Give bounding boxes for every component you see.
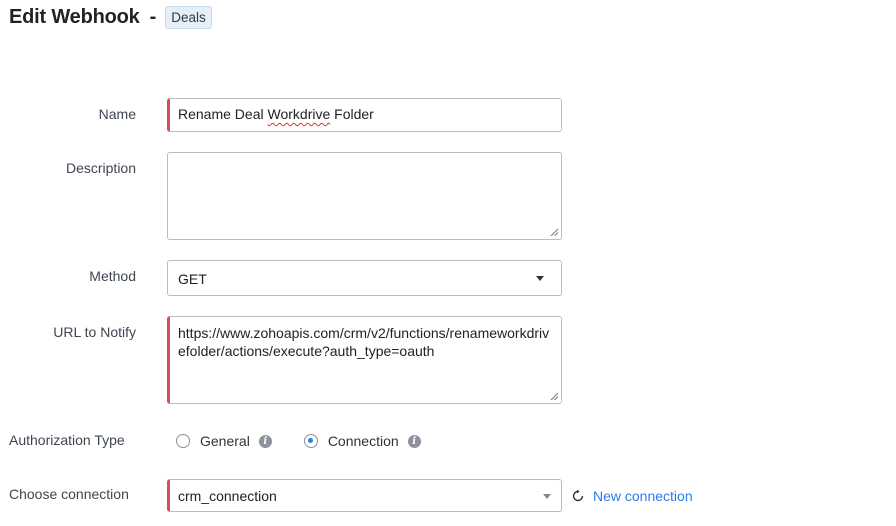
page-header: Edit Webhook - Deals [9, 4, 212, 30]
refresh-icon[interactable] [571, 489, 585, 503]
info-icon[interactable]: i [258, 434, 272, 448]
method-label: Method [89, 268, 136, 284]
url-label: URL to Notify [53, 324, 136, 340]
connection-select[interactable]: crm_connection [167, 479, 562, 512]
resize-grip-icon[interactable] [550, 392, 558, 400]
chevron-down-icon [543, 493, 551, 499]
new-connection-link[interactable]: New connection [571, 488, 693, 504]
description-label: Description [65, 160, 136, 176]
chevron-down-icon [536, 276, 544, 281]
general-radio[interactable] [176, 434, 190, 448]
method-select[interactable]: GET [167, 260, 562, 296]
url-value: https://www.zohoapis.com/crm/v2/function… [178, 325, 550, 359]
connection-label[interactable]: Connection [328, 433, 399, 449]
auth-option-connection[interactable]: Connection i [303, 433, 421, 449]
edit-webhook-page: Edit Webhook - Deals Name Rename Deal Wo… [0, 0, 896, 526]
method-value: GET [178, 271, 207, 287]
general-label[interactable]: General [200, 433, 250, 449]
name-input[interactable]: Rename Deal Workdrive Folder [167, 98, 562, 132]
page-title: Edit Webhook [9, 5, 140, 28]
title-separator: - [149, 5, 157, 28]
info-icon[interactable]: i [407, 434, 421, 448]
new-connection-label[interactable]: New connection [593, 488, 693, 504]
connection-radio[interactable] [303, 434, 318, 448]
module-badge: Deals [165, 5, 212, 29]
name-value-start: Rename Deal [178, 106, 268, 122]
name-label: Name [98, 106, 136, 122]
auth-option-general[interactable]: General i [176, 433, 272, 449]
connection-value: crm_connection [178, 488, 277, 504]
resize-grip-icon[interactable] [550, 228, 558, 236]
authorization-radio-group: General i Connection i [176, 430, 421, 452]
description-textarea[interactable] [167, 152, 562, 240]
authorization-label: Authorization Type [9, 432, 125, 448]
connection-select-label: Choose connection [9, 486, 129, 502]
name-value-misspelled: Workdrive [267, 106, 331, 122]
name-value-end: Folder [330, 106, 374, 122]
url-textarea[interactable]: https://www.zohoapis.com/crm/v2/function… [167, 316, 562, 404]
